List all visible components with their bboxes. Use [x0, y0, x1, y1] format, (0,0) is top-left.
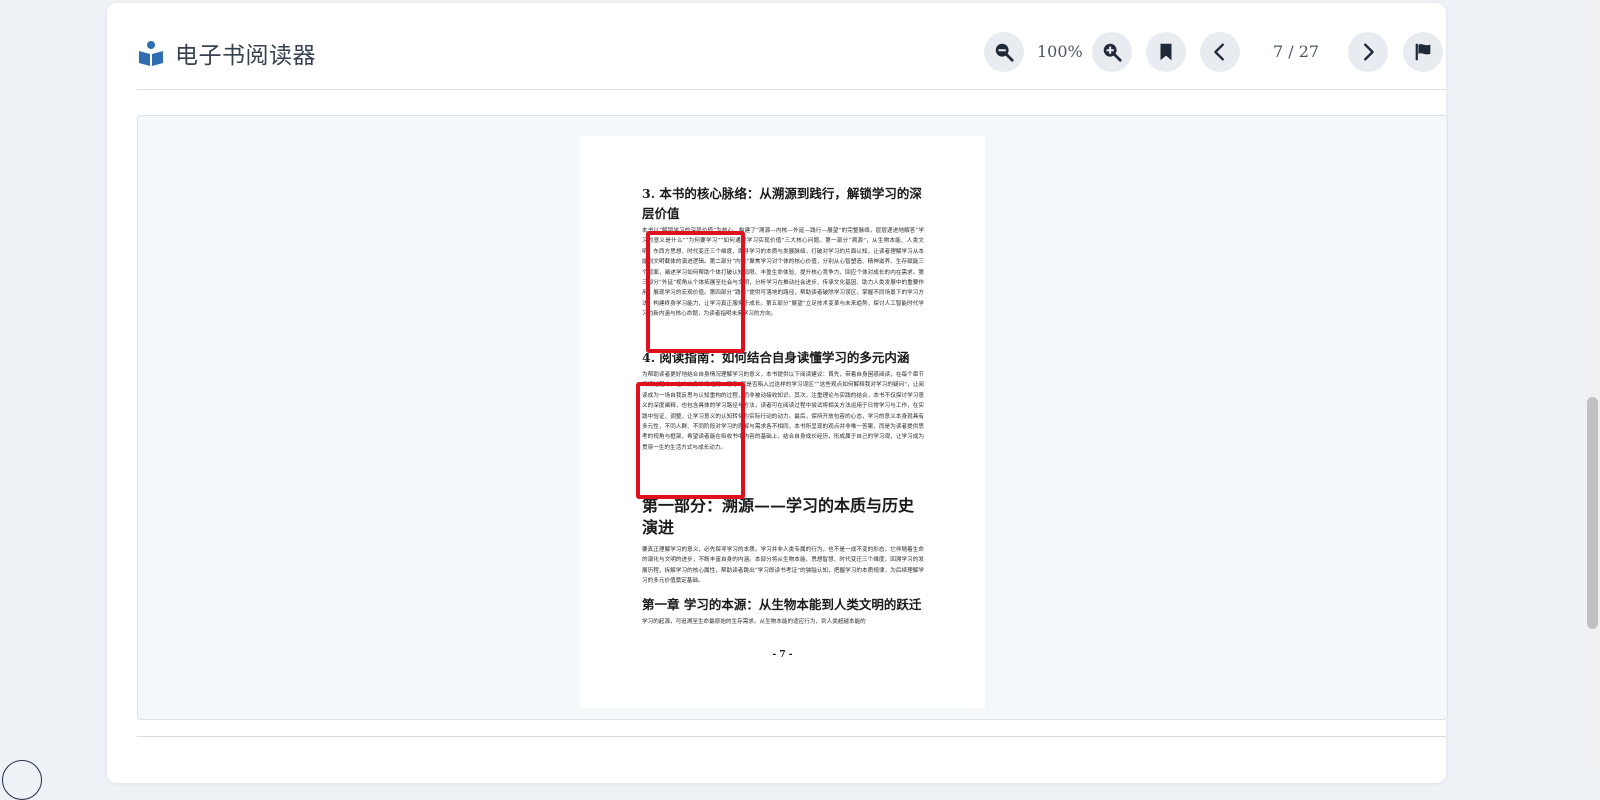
app-title: 电子书阅读器 — [175, 43, 316, 69]
zoom-out-icon — [995, 43, 1014, 62]
page-viewer[interactable]: 3. 本书的核心脉络：从溯源到践行，解锁学习的深层价值 本书以“解锁学习的深层价… — [137, 115, 1448, 720]
chapter-1-paragraph: 学习的起源，可追溯至生命最原始的生存需求。从生物本能的适应行为，到人类超越本能的 — [642, 619, 866, 625]
page-scrollbar[interactable] — [1585, 0, 1600, 767]
reader-toolbar: 100% 7 / 27 — [984, 32, 1446, 72]
bottom-divider — [137, 736, 1446, 737]
highlight-box-1[interactable] — [646, 231, 745, 353]
section-3-heading: 3. 本书的核心脉络：从溯源到践行，解锁学习的深层价值 — [642, 186, 922, 221]
prev-page-button[interactable] — [1200, 32, 1240, 72]
reader-app-card: 电子书阅读器 100% 7 / 27 3. 本书的核心脉络：从溯源到践行，解锁学… — [107, 3, 1448, 783]
part-1-heading: 第一部分：溯源——学习的本质与历史演进 — [642, 496, 915, 537]
page-number: - 7 - — [772, 650, 793, 660]
reader-header: 电子书阅读器 100% 7 / 27 — [137, 3, 1446, 90]
chapter-1-heading: 第一章 学习的本源：从生物本能到人类文明的跃迁 — [642, 597, 922, 612]
zoom-in-icon — [1103, 43, 1122, 62]
next-page-button[interactable] — [1348, 32, 1388, 72]
floating-action-circle[interactable] — [2, 760, 42, 800]
zoom-level: 100% — [1037, 42, 1083, 61]
book-page: 3. 本书的核心脉络：从溯源到践行，解锁学习的深层价值 本书以“解锁学习的深层价… — [580, 136, 985, 708]
part-1-paragraph: 要真正理解学习的意义，必先探寻学习的本质。学习并非人类专属的行为，也不是一成不变… — [642, 547, 924, 585]
page-indicator: 7 / 27 — [1273, 42, 1320, 61]
reader-book-icon — [139, 41, 163, 66]
chevron-right-icon — [1364, 43, 1374, 61]
chevron-left-icon — [1214, 43, 1224, 61]
bookmark-button[interactable] — [1146, 32, 1186, 72]
flag-button[interactable] — [1403, 32, 1443, 72]
zoom-in-button[interactable] — [1092, 32, 1132, 72]
flag-icon — [1415, 43, 1431, 61]
scrollbar-thumb[interactable] — [1587, 397, 1598, 629]
highlight-box-2[interactable] — [636, 382, 745, 499]
bookmark-icon — [1160, 43, 1172, 61]
zoom-out-button[interactable] — [984, 32, 1024, 72]
app-brand: 电子书阅读器 — [137, 36, 316, 70]
